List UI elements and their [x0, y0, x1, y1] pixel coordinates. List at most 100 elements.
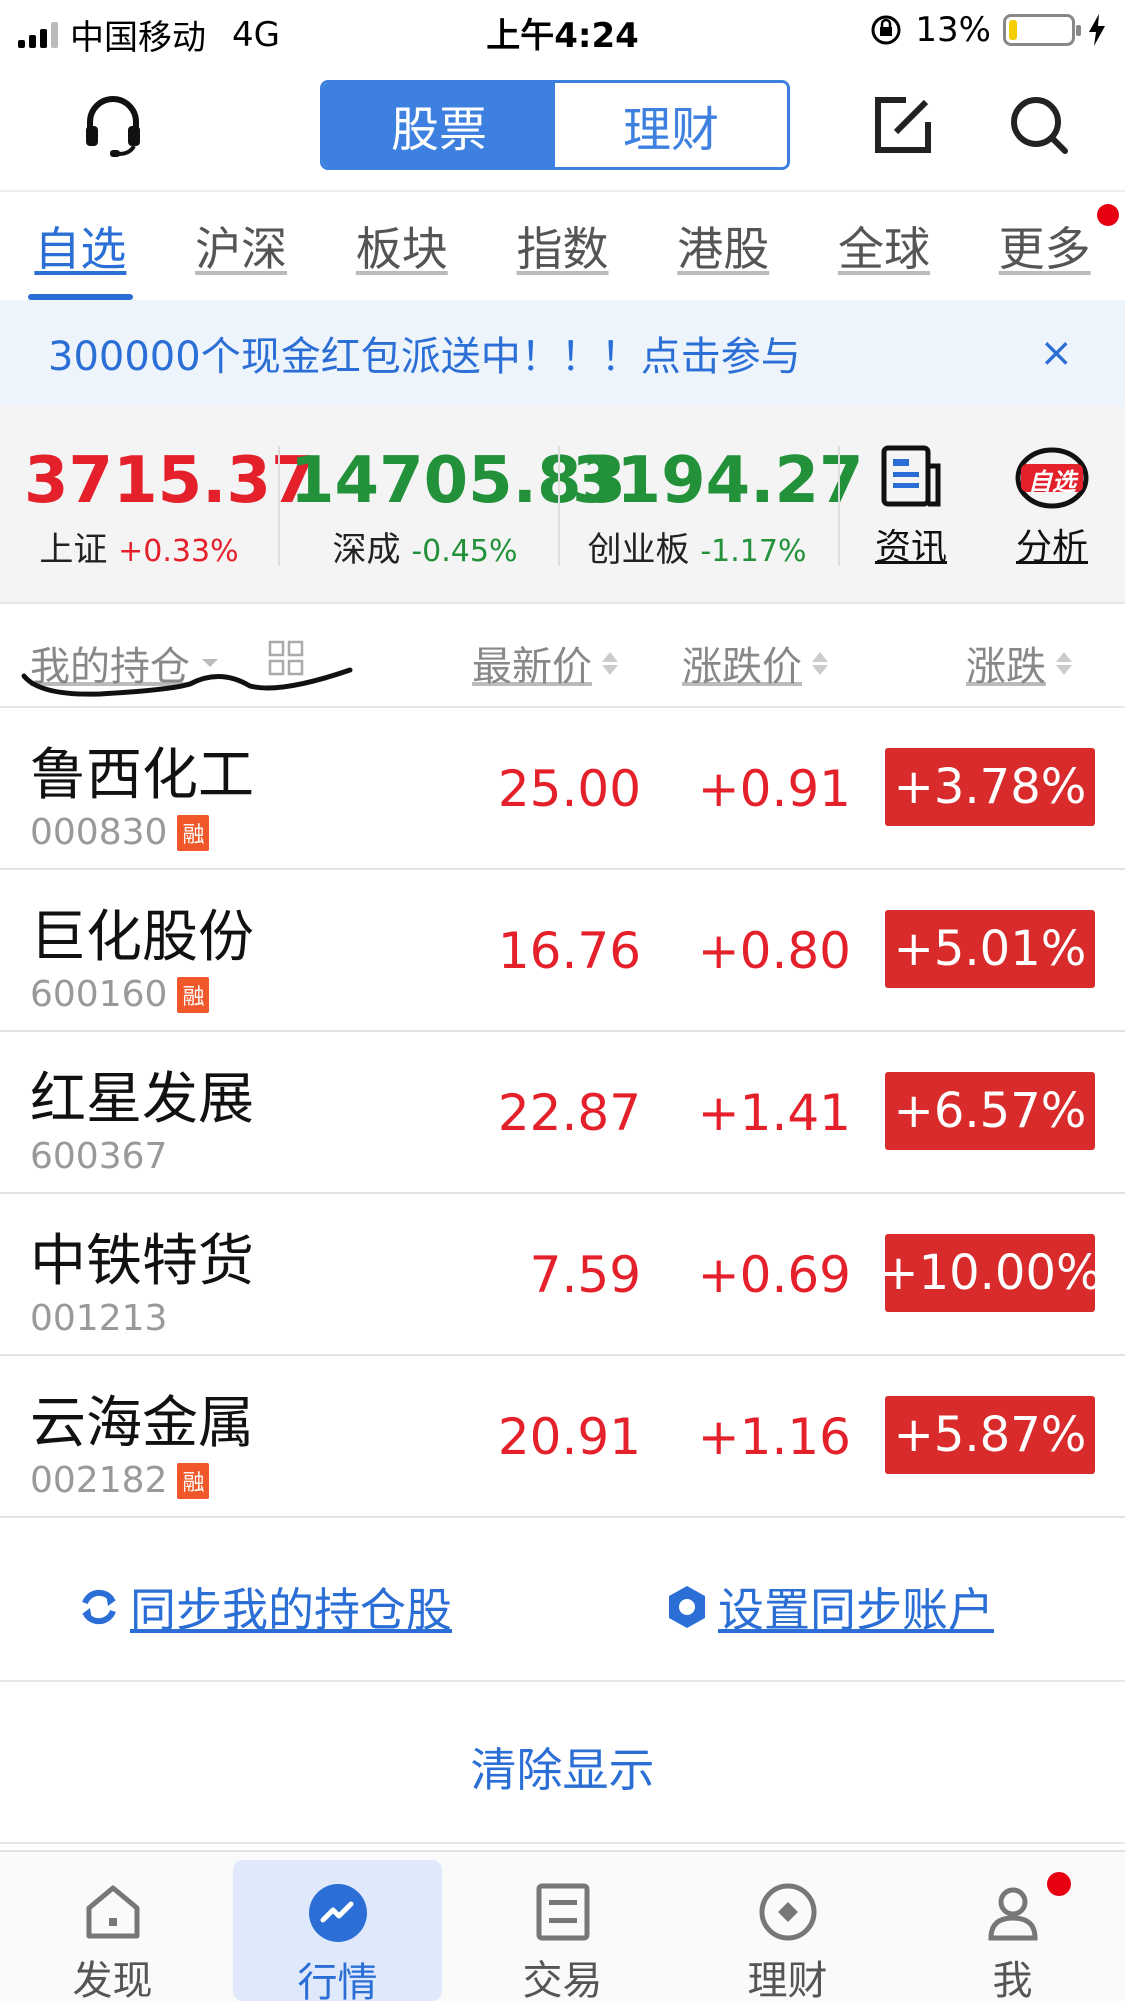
- latest-price: 16.76: [497, 922, 641, 980]
- sync-icon: [82, 1589, 116, 1625]
- stock-name: 鲁西化工: [30, 743, 254, 808]
- stock-code: 000830: [30, 812, 168, 853]
- price-change: +1.16: [697, 1408, 851, 1466]
- index-shanghai[interactable]: 3715.37 上证 +0.33%: [24, 444, 316, 571]
- table-row[interactable]: 红星发展 600367 22.87 +1.41 +6.57%: [0, 1032, 1125, 1194]
- search-icon: [1011, 97, 1068, 154]
- tab-global[interactable]: 全球: [804, 192, 965, 300]
- index-change: -0.45%: [411, 534, 518, 569]
- analysis-badge: 自选: [1028, 468, 1076, 496]
- bottom-tab-label: 我: [992, 1958, 1033, 2001]
- percent-change-badge[interactable]: +5.01%: [885, 910, 1095, 988]
- stock-name: 云海金属: [30, 1391, 254, 1456]
- margin-badge: 融: [177, 976, 210, 1013]
- index-panel: 3715.37 上证 +0.33% 14705.83 深成 -0.45% 319…: [0, 406, 1125, 604]
- percent-change-badge[interactable]: +6.57%: [885, 1072, 1095, 1150]
- news-icon: [881, 445, 941, 507]
- latest-price: 22.87: [497, 1084, 641, 1142]
- index-name: 上证: [39, 530, 108, 570]
- latest-price: 25.00: [497, 760, 641, 818]
- stock-code: 001213: [30, 1298, 168, 1339]
- search-button[interactable]: [1004, 90, 1074, 160]
- bottom-tab-discover[interactable]: 发现: [0, 1852, 225, 2001]
- handwritten-underline-mark: [21, 667, 353, 697]
- index-name: 创业板: [587, 530, 690, 570]
- bottom-tab-label: 交易: [522, 1958, 603, 2001]
- price-change: +0.91: [697, 760, 851, 818]
- divider: [558, 446, 560, 566]
- bottom-tab-label: 理财: [747, 1958, 828, 2001]
- customer-service-button[interactable]: [78, 90, 148, 160]
- tab-indices[interactable]: 指数: [482, 192, 643, 300]
- analysis-label: 分析: [1015, 527, 1088, 568]
- market-segment-control: 股票 理财: [320, 80, 790, 170]
- trade-icon: [536, 1883, 589, 1941]
- sort-change-price[interactable]: 涨跌价: [682, 634, 828, 692]
- stock-name: 巨化股份: [30, 905, 254, 970]
- table-row[interactable]: 云海金属 002182 融 20.91 +1.16 +5.87%: [0, 1356, 1125, 1518]
- index-chinext[interactable]: 3194.27 创业板 -1.17%: [572, 444, 864, 571]
- table-row[interactable]: 鲁西化工 000830 融 25.00 +0.91 +3.78%: [0, 708, 1125, 870]
- top-nav: 股票 理财: [0, 62, 1125, 192]
- battery-icon: [1003, 14, 1081, 46]
- table-row[interactable]: 中铁特货 001213 7.59 +0.69 +10.00%: [0, 1194, 1125, 1356]
- edit-button[interactable]: [868, 90, 938, 160]
- market-tabs: 自选 沪深 板块 指数 港股 全球 更多: [0, 192, 1125, 300]
- index-shenzhen[interactable]: 14705.83 深成 -0.45%: [290, 444, 627, 571]
- tab-watchlist[interactable]: 自选: [0, 192, 161, 300]
- tab-hk-stocks[interactable]: 港股: [643, 192, 804, 300]
- bottom-tab-label: 行情: [297, 1960, 378, 2001]
- finance-coin-icon: [759, 1883, 816, 1941]
- change-price-label: 涨跌价: [682, 644, 802, 690]
- bottom-tab-me[interactable]: 我: [900, 1852, 1125, 2001]
- segment-stock[interactable]: 股票: [323, 83, 555, 167]
- tab-sectors[interactable]: 板块: [321, 192, 482, 300]
- stock-name: 红星发展: [30, 1067, 254, 1132]
- promo-banner[interactable]: 300000个现金红包派送中！！！点击参与 ×: [0, 300, 1125, 406]
- sync-holdings-label: 同步我的持仓股: [130, 1583, 452, 1637]
- margin-badge: 融: [177, 814, 210, 851]
- sort-icon: [1056, 651, 1072, 675]
- list-header: 我的持仓 最新价 涨跌价 涨跌: [0, 604, 1125, 708]
- index-value: 3715.37: [24, 444, 316, 518]
- sort-latest-price[interactable]: 最新价: [472, 634, 618, 692]
- index-change: +0.33%: [118, 534, 239, 569]
- notification-dot: [1097, 204, 1120, 226]
- clear-display-button[interactable]: 清除显示: [0, 1684, 1125, 1844]
- index-change: -1.17%: [700, 534, 807, 569]
- index-value: 14705.83: [290, 444, 627, 518]
- tab-shanghai-shenzhen[interactable]: 沪深: [161, 192, 322, 300]
- bottom-tab-label: 发现: [72, 1958, 153, 2001]
- table-row[interactable]: 巨化股份 600160 融 16.76 +0.80 +5.01%: [0, 870, 1125, 1032]
- percent-change-badge[interactable]: +3.78%: [885, 748, 1095, 826]
- bottom-tab-trade[interactable]: 交易: [450, 1852, 675, 2001]
- notification-dot: [1047, 1872, 1071, 1896]
- bottom-tab-market[interactable]: 行情: [225, 1852, 450, 2001]
- close-icon[interactable]: ×: [1039, 330, 1073, 376]
- status-bar: 中国移动 4G 上午4:24 13%: [0, 0, 1125, 62]
- settings-hexagon-icon: [669, 1586, 705, 1628]
- analysis-button[interactable]: 自选 分析: [997, 442, 1107, 570]
- sort-icon: [602, 651, 618, 675]
- segment-finance[interactable]: 理财: [555, 83, 787, 167]
- bottom-tab-finance[interactable]: 理财: [675, 1852, 900, 2001]
- stock-code: 600160: [30, 974, 168, 1015]
- battery-percent: 13%: [915, 10, 991, 50]
- sync-actions: 同步我的持仓股 设置同步账户: [0, 1522, 1125, 1682]
- person-icon: [987, 1887, 1038, 1941]
- index-name: 深成: [332, 530, 401, 570]
- news-button[interactable]: 资讯: [856, 442, 966, 570]
- promo-text: 300000个现金红包派送中！！！点击参与: [48, 334, 801, 380]
- price-change: +0.69: [697, 1246, 851, 1304]
- market-trend-icon: [308, 1884, 367, 1942]
- latest-price-label: 最新价: [472, 644, 592, 690]
- sync-holdings-link[interactable]: 同步我的持仓股: [78, 1574, 452, 1640]
- percent-change-badge[interactable]: +10.00%: [878, 1234, 1102, 1312]
- percent-change-badge[interactable]: +5.87%: [885, 1396, 1095, 1474]
- tab-more[interactable]: 更多: [964, 192, 1125, 300]
- set-sync-account-link[interactable]: 设置同步账户: [666, 1574, 994, 1640]
- edit-icon: [875, 97, 931, 153]
- sort-change-percent[interactable]: 涨跌: [966, 634, 1072, 692]
- status-right: 13%: [869, 10, 1107, 50]
- latest-price: 7.59: [529, 1246, 641, 1304]
